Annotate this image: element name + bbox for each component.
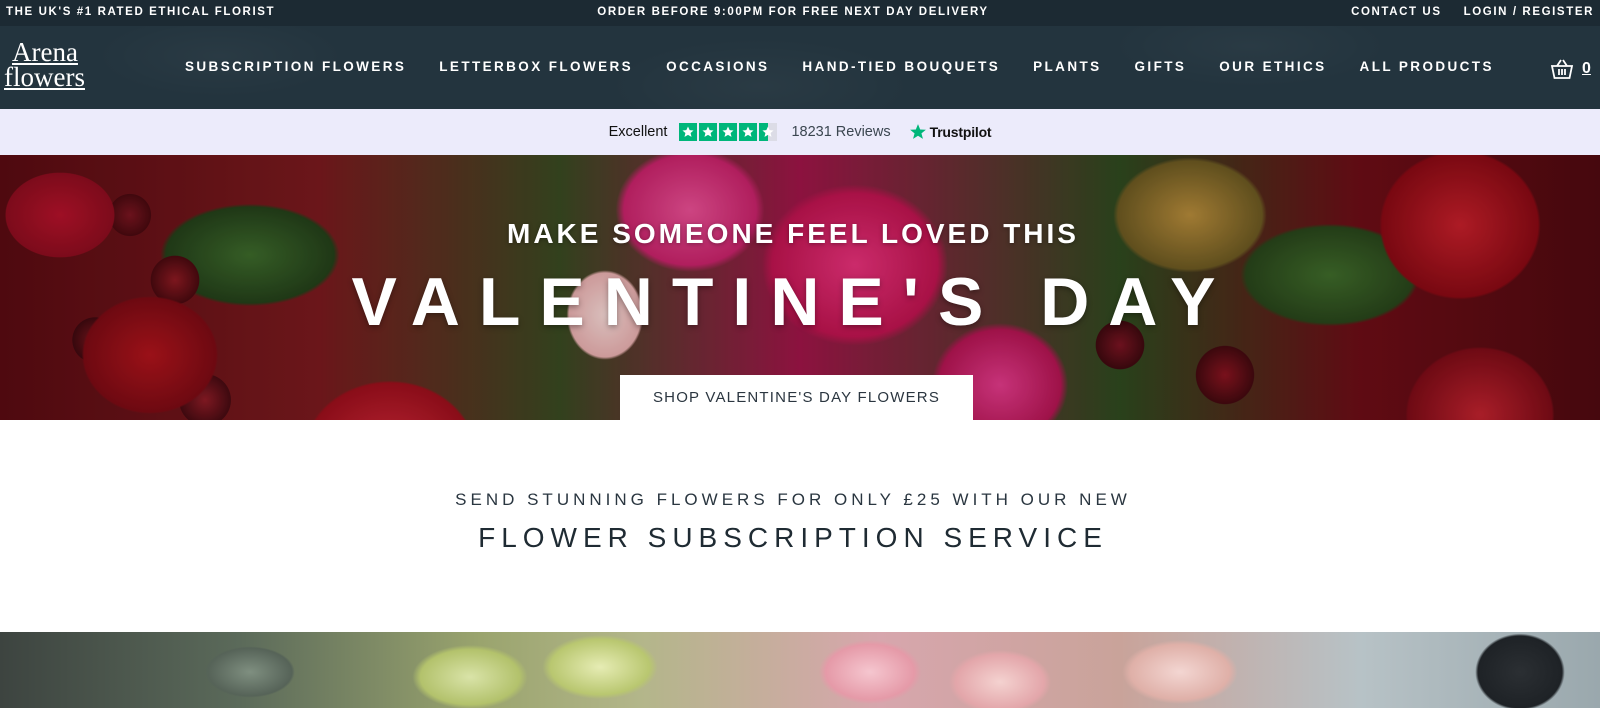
subscription-flowers-image[interactable] [0, 632, 1600, 708]
subscription-promo: SEND STUNNING FLOWERS FOR ONLY £25 WITH … [0, 420, 1600, 632]
basket-count: 0 [1582, 60, 1591, 77]
main-nav: Arena flowers SUBSCRIPTION FLOWERS LETTE… [0, 26, 1600, 109]
basket-button[interactable]: 0 [1550, 58, 1591, 80]
star-icon [679, 123, 698, 141]
half-star-icon [759, 123, 778, 141]
promo-title[interactable]: FLOWER SUBSCRIPTION SERVICE [0, 522, 1586, 554]
valentines-hero-banner[interactable]: MAKE SOMEONE FEEL LOVED THIS VALENTINE'S… [0, 155, 1600, 420]
account-links: CONTACT US LOGIN / REGISTER [1351, 6, 1594, 18]
nav-item-all-products[interactable]: ALL PRODUCTS [1360, 59, 1494, 74]
shop-valentines-button[interactable]: SHOP VALENTINE'S DAY FLOWERS [620, 375, 973, 420]
star-icon [699, 123, 718, 141]
trustpilot-bar[interactable]: Excellent 18231 Reviews Trustpilot [0, 109, 1600, 155]
arena-flowers-logo[interactable]: Arena flowers [0, 39, 96, 96]
hero-headline: VALENTINE'S DAY [351, 264, 1235, 340]
nav-item-occasions[interactable]: OCCASIONS [666, 59, 769, 74]
nav-item-hand-tied-bouquets[interactable]: HAND-TIED BOUQUETS [802, 59, 1000, 74]
trustpilot-review-count: 18231 Reviews [791, 124, 891, 140]
trustpilot-stars [679, 123, 778, 141]
nav-links: SUBSCRIPTION FLOWERS LETTERBOX FLOWERS O… [185, 59, 1494, 74]
trustpilot-logo: Trustpilot [909, 123, 992, 141]
delivery-banner: ORDER BEFORE 9:00PM FOR FREE NEXT DAY DE… [597, 6, 989, 18]
trustpilot-brand: Trustpilot [929, 124, 992, 140]
star-icon [739, 123, 758, 141]
logo-line2: flowers [4, 62, 85, 92]
nav-item-gifts[interactable]: GIFTS [1135, 59, 1187, 74]
star-icon [719, 123, 738, 141]
trustpilot-rating-label: Excellent [608, 124, 668, 140]
top-utility-bar: THE UK'S #1 RATED ETHICAL FLORIST ORDER … [0, 0, 1600, 26]
nav-item-letterbox-flowers[interactable]: LETTERBOX FLOWERS [439, 59, 633, 74]
hero-kicker: MAKE SOMEONE FEEL LOVED THIS [507, 218, 1079, 249]
promo-subtitle: SEND STUNNING FLOWERS FOR ONLY £25 WITH … [455, 490, 1131, 509]
nav-item-our-ethics[interactable]: OUR ETHICS [1219, 59, 1326, 74]
nav-item-subscription-flowers[interactable]: SUBSCRIPTION FLOWERS [185, 59, 406, 74]
login-register-link[interactable]: LOGIN / REGISTER [1464, 6, 1594, 18]
nav-item-plants[interactable]: PLANTS [1033, 59, 1101, 74]
trustpilot-star-icon [909, 124, 926, 139]
basket-icon [1550, 59, 1574, 79]
contact-us-link[interactable]: CONTACT US [1351, 6, 1442, 18]
